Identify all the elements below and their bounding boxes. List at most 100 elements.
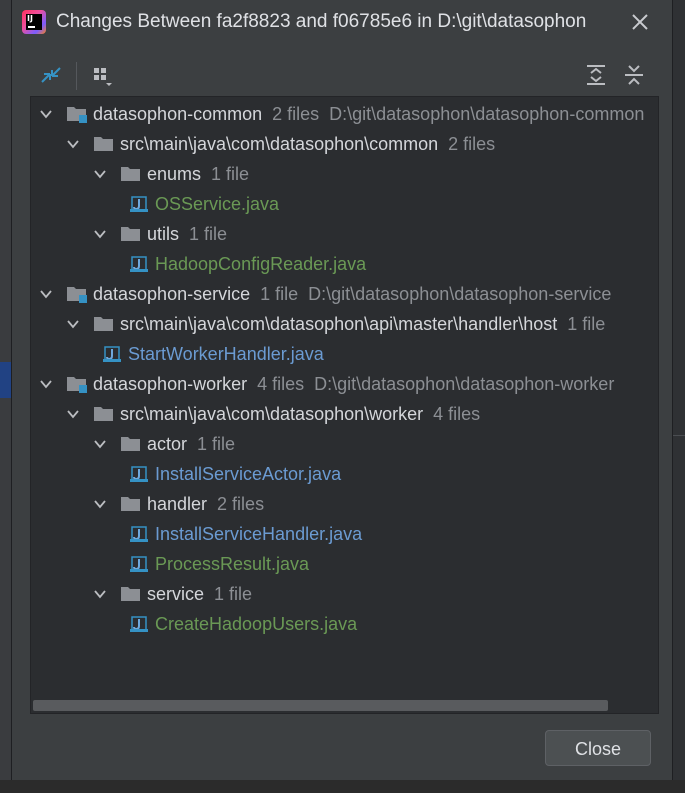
- folder-icon: [93, 405, 115, 423]
- dialog-title: Changes Between fa2f8823 and f06785e6 in…: [56, 11, 587, 32]
- java-file-icon: [128, 255, 150, 273]
- java-file-icon: [128, 555, 150, 573]
- module-folder-icon: [66, 285, 88, 303]
- chevron-down-icon[interactable]: [93, 497, 107, 511]
- tree-folder-row[interactable]: service 1 file: [31, 579, 658, 609]
- tree-row-label: datasophon-common 2 files D:\git\datasop…: [93, 104, 644, 125]
- node-name: enums: [147, 164, 202, 184]
- node-meta: 2 files: [207, 494, 265, 514]
- node-meta: 4 files: [423, 404, 481, 424]
- java-file-icon: [128, 195, 150, 213]
- node-name: datasophon-common: [93, 104, 263, 124]
- chevron-down-icon[interactable]: [93, 167, 107, 181]
- tree-file-row[interactable]: InstallServiceHandler.java: [31, 519, 658, 549]
- collapse-all-icon[interactable]: [619, 60, 649, 90]
- node-meta: 1 file: [557, 314, 606, 334]
- node-name: actor: [147, 434, 188, 454]
- tree-row-label: OSService.java: [155, 194, 279, 215]
- tree-file-row[interactable]: InstallServiceActor.java: [31, 459, 658, 489]
- tree-folder-row[interactable]: utils 1 file: [31, 219, 658, 249]
- folder-icon: [93, 135, 115, 153]
- tree-row-label: src\main\java\com\datasophon\worker 4 fi…: [120, 404, 480, 425]
- folder-icon: [120, 495, 142, 513]
- chevron-down-icon[interactable]: [66, 317, 80, 331]
- node-meta: 1 file: [179, 224, 228, 244]
- chevron-down-icon[interactable]: [66, 137, 80, 151]
- tree-row-label: InstallServiceActor.java: [155, 464, 341, 485]
- tree-row-label: handler 2 files: [147, 494, 264, 515]
- file-name: InstallServiceActor.java: [155, 464, 342, 484]
- tree-folder-row[interactable]: handler 2 files: [31, 489, 658, 519]
- tree-row-label: src\main\java\com\datasophon\api\master\…: [120, 314, 605, 335]
- close-icon[interactable]: [627, 9, 653, 35]
- tree-row-label: InstallServiceHandler.java: [155, 524, 362, 545]
- chevron-down-icon[interactable]: [39, 377, 53, 391]
- tree-module-row[interactable]: datasophon-service 1 file D:\git\datasop…: [31, 279, 658, 309]
- folder-icon: [120, 435, 142, 453]
- tree-row-label: actor 1 file: [147, 434, 235, 455]
- changes-tree[interactable]: CreateHadoopUsers.java service 1 file Proc…: [30, 96, 659, 714]
- chevron-down-icon[interactable]: [39, 107, 53, 121]
- tree-row-label: HadoopConfigReader.java: [155, 254, 366, 275]
- node-meta: 2 files D:\git\datasophon\datasophon-com…: [262, 104, 645, 124]
- node-name: datasophon-worker: [93, 374, 248, 394]
- node-name: utils: [147, 224, 180, 244]
- tree-row-label: CreateHadoopUsers.java: [155, 614, 357, 635]
- node-name: src\main\java\com\datasophon\worker: [120, 404, 424, 424]
- node-meta: 1 file: [204, 584, 253, 604]
- java-file-icon: [128, 465, 150, 483]
- tree-folder-row[interactable]: enums 1 file: [31, 159, 658, 189]
- tree-folder-row[interactable]: src\main\java\com\datasophon\api\master\…: [31, 309, 658, 339]
- java-file-icon: [128, 525, 150, 543]
- java-file-icon: [101, 345, 123, 363]
- folder-icon: [120, 225, 142, 243]
- node-name: handler: [147, 494, 208, 514]
- chevron-down-icon[interactable]: [93, 587, 107, 601]
- tree-row-label: ProcessResult.java: [155, 554, 309, 575]
- close-button[interactable]: Close: [545, 730, 651, 766]
- tree-file-row[interactable]: CreateHadoopUsers.java: [31, 609, 658, 639]
- node-meta: 1 file D:\git\datasophon\datasophon-serv…: [250, 284, 612, 304]
- tree-module-row[interactable]: datasophon-common 2 files D:\git\datasop…: [31, 99, 658, 129]
- chevron-down-icon[interactable]: [66, 407, 80, 421]
- node-meta: 4 files D:\git\datasophon\datasophon-wor…: [247, 374, 615, 394]
- file-name: HadoopConfigReader.java: [155, 254, 367, 274]
- node-name: service: [147, 584, 205, 604]
- file-name: OSService.java: [155, 194, 280, 214]
- tree-file-row[interactable]: ProcessResult.java: [31, 549, 658, 579]
- java-file-icon: [128, 615, 150, 633]
- changes-dialog: IJ Changes Between fa2f8823 and f06785e6…: [12, 0, 672, 780]
- chevron-down-icon[interactable]: [39, 287, 53, 301]
- tree-folder-row[interactable]: actor 1 file: [31, 429, 658, 459]
- node-meta: 1 file: [201, 164, 250, 184]
- horizontal-scrollbar[interactable]: [33, 700, 608, 711]
- dialog-titlebar: IJ Changes Between fa2f8823 and f06785e6…: [12, 0, 672, 46]
- folder-icon: [120, 165, 142, 183]
- folder-icon: [120, 585, 142, 603]
- expand-all-icon[interactable]: [581, 60, 611, 90]
- group-by-icon[interactable]: [88, 60, 118, 90]
- tree-module-row[interactable]: datasophon-worker 4 files D:\git\datasop…: [31, 369, 658, 399]
- module-folder-icon: [66, 375, 88, 393]
- node-name: src\main\java\com\datasophon\common: [120, 134, 439, 154]
- ide-bottom-strip: [0, 780, 685, 793]
- tree-folder-row[interactable]: src\main\java\com\datasophon\common 2 fi…: [31, 129, 658, 159]
- file-name: CreateHadoopUsers.java: [155, 614, 358, 634]
- tree-row-label: service 1 file: [147, 584, 252, 605]
- compare-arrows-icon[interactable]: [36, 60, 66, 90]
- file-name: StartWorkerHandler.java: [128, 344, 324, 364]
- tree-folder-row[interactable]: src\main\java\com\datasophon\worker 4 fi…: [31, 399, 658, 429]
- file-name: ProcessResult.java: [155, 554, 310, 574]
- chevron-down-icon[interactable]: [93, 227, 107, 241]
- ide-left-selection: [0, 362, 12, 398]
- tree-file-row[interactable]: OSService.java: [31, 189, 658, 219]
- tree-file-row[interactable]: StartWorkerHandler.java: [31, 339, 658, 369]
- node-meta: 2 files: [438, 134, 496, 154]
- chevron-down-icon[interactable]: [93, 437, 107, 451]
- module-folder-icon: [66, 105, 88, 123]
- tree-row-label: datasophon-service 1 file D:\git\datasop…: [93, 284, 611, 305]
- tree-row-label: src\main\java\com\datasophon\common 2 fi…: [120, 134, 495, 155]
- tree-file-row[interactable]: HadoopConfigReader.java: [31, 249, 658, 279]
- node-name: src\main\java\com\datasophon\api\master\…: [120, 314, 558, 334]
- tree-row-label: StartWorkerHandler.java: [128, 344, 324, 365]
